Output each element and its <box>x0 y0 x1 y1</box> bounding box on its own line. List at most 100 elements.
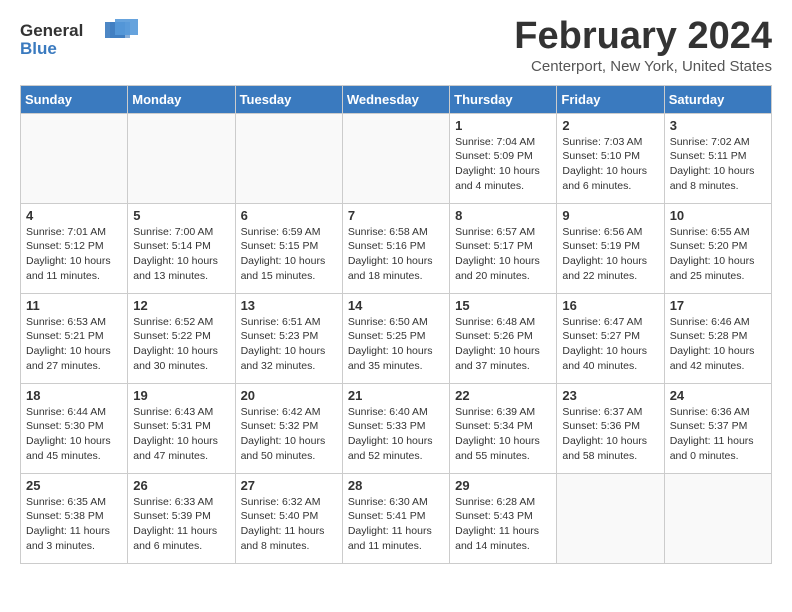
logo: General Blue <box>20 16 140 66</box>
day-info: Sunrise: 6:51 AM Sunset: 5:23 PM Dayligh… <box>241 315 337 374</box>
day-number: 8 <box>455 208 551 223</box>
calendar-cell: 8Sunrise: 6:57 AM Sunset: 5:17 PM Daylig… <box>450 203 557 293</box>
calendar-cell: 26 Sunrise: 6:33 AM Sunset: 5:39 PM Dayli… <box>128 473 235 563</box>
day-info: Sunrise: 6:58 AM Sunset: 5:16 PM Dayligh… <box>348 225 444 284</box>
calendar-cell: 22 Sunrise: 6:39 AM Sunset: 5:34 PM Dayli… <box>450 383 557 473</box>
day-info: Sunrise: 6:44 AM Sunset: 5:30 PM Dayligh… <box>26 405 122 464</box>
day-number: 20 <box>241 388 337 403</box>
calendar-cell: 9 Sunrise: 6:56 AM Sunset: 5:19 PM Daylig… <box>557 203 664 293</box>
calendar-week-2: 4 Sunrise: 7:01 AM Sunset: 5:12 PM Daylig… <box>21 203 772 293</box>
day-info: Sunrise: 6:55 AM Sunset: 5:20 PM Dayligh… <box>670 225 766 284</box>
day-info: Sunrise: 6:46 AM Sunset: 5:28 PM Dayligh… <box>670 315 766 374</box>
day-info: Sunrise: 6:47 AM Sunset: 5:27 PM Dayligh… <box>562 315 658 374</box>
month-title: February 2024 <box>514 16 772 58</box>
calendar-header-row: SundayMondayTuesdayWednesdayThursdayFrid… <box>21 85 772 113</box>
calendar-cell <box>557 473 664 563</box>
day-info: Sunrise: 6:33 AM Sunset: 5:39 PM Dayligh… <box>133 495 229 554</box>
svg-text:General: General <box>20 21 83 40</box>
column-header-sunday: Sunday <box>21 85 128 113</box>
calendar-cell: 17 Sunrise: 6:46 AM Sunset: 5:28 PM Dayli… <box>664 293 771 383</box>
day-number: 25 <box>26 478 122 493</box>
calendar-cell: 25 Sunrise: 6:35 AM Sunset: 5:38 PM Dayli… <box>21 473 128 563</box>
day-info: Sunrise: 6:53 AM Sunset: 5:21 PM Dayligh… <box>26 315 122 374</box>
day-info: Sunrise: 6:50 AM Sunset: 5:25 PM Dayligh… <box>348 315 444 374</box>
column-header-wednesday: Wednesday <box>342 85 449 113</box>
day-number: 11 <box>26 298 122 313</box>
day-number: 18 <box>26 388 122 403</box>
calendar-cell: 16Sunrise: 6:47 AM Sunset: 5:27 PM Dayli… <box>557 293 664 383</box>
calendar-cell: 18 Sunrise: 6:44 AM Sunset: 5:30 PM Dayli… <box>21 383 128 473</box>
day-info: Sunrise: 6:40 AM Sunset: 5:33 PM Dayligh… <box>348 405 444 464</box>
calendar-cell <box>664 473 771 563</box>
column-header-tuesday: Tuesday <box>235 85 342 113</box>
calendar-cell <box>235 113 342 203</box>
calendar-cell: 15 Sunrise: 6:48 AM Sunset: 5:26 PM Dayli… <box>450 293 557 383</box>
column-header-thursday: Thursday <box>450 85 557 113</box>
day-number: 27 <box>241 478 337 493</box>
day-number: 6 <box>241 208 337 223</box>
column-header-friday: Friday <box>557 85 664 113</box>
calendar-cell: 1Sunrise: 7:04 AM Sunset: 5:09 PM Daylig… <box>450 113 557 203</box>
calendar-table: SundayMondayTuesdayWednesdayThursdayFrid… <box>20 85 772 564</box>
calendar-cell: 12 Sunrise: 6:52 AM Sunset: 5:22 PM Dayli… <box>128 293 235 383</box>
svg-text:Blue: Blue <box>20 39 57 58</box>
day-number: 23 <box>562 388 658 403</box>
day-number: 10 <box>670 208 766 223</box>
day-info: Sunrise: 6:39 AM Sunset: 5:34 PM Dayligh… <box>455 405 551 464</box>
day-number: 14 <box>348 298 444 313</box>
day-info: Sunrise: 7:01 AM Sunset: 5:12 PM Dayligh… <box>26 225 122 284</box>
day-number: 17 <box>670 298 766 313</box>
day-number: 1 <box>455 118 551 133</box>
calendar-cell <box>128 113 235 203</box>
day-number: 2 <box>562 118 658 133</box>
calendar-cell: 21 Sunrise: 6:40 AM Sunset: 5:33 PM Dayli… <box>342 383 449 473</box>
day-info: Sunrise: 6:30 AM Sunset: 5:41 PM Dayligh… <box>348 495 444 554</box>
calendar-cell: 4 Sunrise: 7:01 AM Sunset: 5:12 PM Daylig… <box>21 203 128 293</box>
day-number: 21 <box>348 388 444 403</box>
day-number: 13 <box>241 298 337 313</box>
day-number: 15 <box>455 298 551 313</box>
day-info: Sunrise: 7:03 AM Sunset: 5:10 PM Dayligh… <box>562 135 658 194</box>
calendar-cell: 3 Sunrise: 7:02 AM Sunset: 5:11 PM Daylig… <box>664 113 771 203</box>
day-number: 9 <box>562 208 658 223</box>
calendar-cell: 2 Sunrise: 7:03 AM Sunset: 5:10 PM Daylig… <box>557 113 664 203</box>
day-info: Sunrise: 6:32 AM Sunset: 5:40 PM Dayligh… <box>241 495 337 554</box>
day-info: Sunrise: 6:37 AM Sunset: 5:36 PM Dayligh… <box>562 405 658 464</box>
day-info: Sunrise: 7:00 AM Sunset: 5:14 PM Dayligh… <box>133 225 229 284</box>
day-number: 22 <box>455 388 551 403</box>
logo-svg: General Blue <box>20 16 140 61</box>
logo-text: General Blue <box>20 16 140 66</box>
calendar-week-3: 11 Sunrise: 6:53 AM Sunset: 5:21 PM Dayli… <box>21 293 772 383</box>
title-block: February 2024 Centerport, New York, Unit… <box>514 16 772 75</box>
day-number: 4 <box>26 208 122 223</box>
page-header: General Blue February 2024 Centerport, N… <box>20 16 772 75</box>
calendar-cell: 28 Sunrise: 6:30 AM Sunset: 5:41 PM Dayli… <box>342 473 449 563</box>
calendar-week-5: 25 Sunrise: 6:35 AM Sunset: 5:38 PM Dayli… <box>21 473 772 563</box>
calendar-cell: 13 Sunrise: 6:51 AM Sunset: 5:23 PM Dayli… <box>235 293 342 383</box>
calendar-week-1: 1Sunrise: 7:04 AM Sunset: 5:09 PM Daylig… <box>21 113 772 203</box>
calendar-cell: 10 Sunrise: 6:55 AM Sunset: 5:20 PM Dayli… <box>664 203 771 293</box>
calendar-cell <box>21 113 128 203</box>
day-info: Sunrise: 6:56 AM Sunset: 5:19 PM Dayligh… <box>562 225 658 284</box>
day-info: Sunrise: 6:52 AM Sunset: 5:22 PM Dayligh… <box>133 315 229 374</box>
day-number: 12 <box>133 298 229 313</box>
day-info: Sunrise: 6:48 AM Sunset: 5:26 PM Dayligh… <box>455 315 551 374</box>
calendar-cell: 6 Sunrise: 6:59 AM Sunset: 5:15 PM Daylig… <box>235 203 342 293</box>
calendar-cell: 14 Sunrise: 6:50 AM Sunset: 5:25 PM Dayli… <box>342 293 449 383</box>
calendar-cell: 11 Sunrise: 6:53 AM Sunset: 5:21 PM Dayli… <box>21 293 128 383</box>
calendar-cell: 23 Sunrise: 6:37 AM Sunset: 5:36 PM Dayli… <box>557 383 664 473</box>
day-info: Sunrise: 6:35 AM Sunset: 5:38 PM Dayligh… <box>26 495 122 554</box>
calendar-cell: 27 Sunrise: 6:32 AM Sunset: 5:40 PM Dayli… <box>235 473 342 563</box>
day-info: Sunrise: 6:59 AM Sunset: 5:15 PM Dayligh… <box>241 225 337 284</box>
location-subtitle: Centerport, New York, United States <box>514 58 772 75</box>
day-number: 28 <box>348 478 444 493</box>
calendar-cell: 24Sunrise: 6:36 AM Sunset: 5:37 PM Dayli… <box>664 383 771 473</box>
day-number: 26 <box>133 478 229 493</box>
day-number: 24 <box>670 388 766 403</box>
day-info: Sunrise: 6:28 AM Sunset: 5:43 PM Dayligh… <box>455 495 551 554</box>
calendar-cell: 5 Sunrise: 7:00 AM Sunset: 5:14 PM Daylig… <box>128 203 235 293</box>
day-number: 7 <box>348 208 444 223</box>
day-number: 5 <box>133 208 229 223</box>
day-info: Sunrise: 7:02 AM Sunset: 5:11 PM Dayligh… <box>670 135 766 194</box>
day-number: 3 <box>670 118 766 133</box>
